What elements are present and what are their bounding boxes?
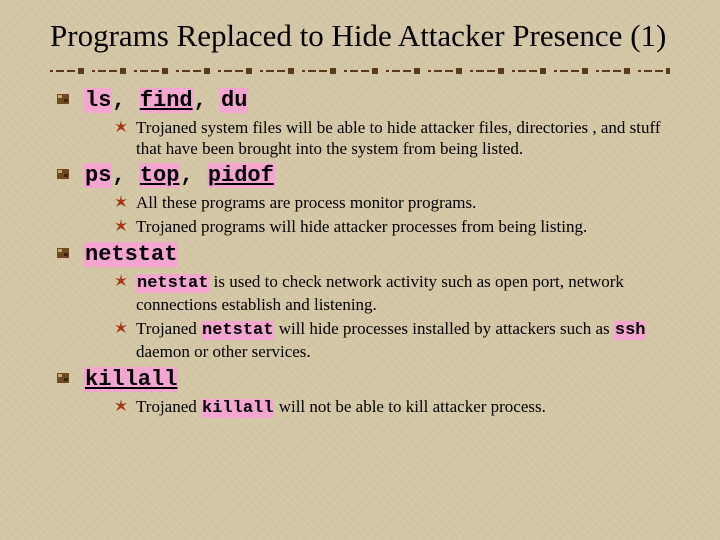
text-run: du: [220, 88, 248, 113]
text-run: top: [139, 163, 181, 188]
list-item: killallTrojaned killall will not be able…: [56, 367, 680, 419]
page-title: Programs Replaced to Hide Attacker Prese…: [50, 18, 680, 54]
text-run: pidof: [207, 163, 275, 188]
sub-item-text: All these programs are process monitor p…: [136, 193, 476, 212]
sub-list-item: Trojaned programs will hide attacker pro…: [114, 216, 680, 237]
sub-item-text: netstat is used to check network activit…: [136, 272, 624, 314]
sub-list-item: Trojaned netstat will hide processes ins…: [114, 318, 680, 363]
content-list: ls, find, du Trojaned system files will b…: [50, 88, 680, 419]
text-run: netstat: [136, 274, 209, 293]
text-run: will not be able to kill attacker proces…: [274, 397, 545, 416]
star-bullet-icon: [114, 120, 128, 134]
star-bullet-icon: [114, 321, 128, 335]
divider-line-icon: [50, 68, 670, 74]
sub-list-item: Trojaned system files will be able to hi…: [114, 117, 680, 160]
text-run: All these programs are process monitor p…: [136, 193, 476, 212]
list-item: ls, find, du Trojaned system files will b…: [56, 88, 680, 160]
text-run: is used to check network activity such a…: [136, 272, 624, 314]
item-header: ps, top, pidof: [84, 163, 680, 188]
sub-list: Trojaned system files will be able to hi…: [84, 117, 680, 160]
list-item: netstatnetstat is used to check network …: [56, 242, 680, 363]
square-bullet-icon: [56, 247, 72, 261]
sub-list-item: netstat is used to check network activit…: [114, 271, 680, 316]
star-bullet-icon: [114, 195, 128, 209]
sub-item-text: Trojaned system files will be able to hi…: [136, 118, 661, 158]
text-run: Trojaned programs will hide attacker pro…: [136, 217, 587, 236]
square-bullet-icon: [56, 168, 72, 182]
text-run: ls: [84, 88, 112, 113]
text-run: ,: [194, 88, 220, 113]
text-run: daemon or other services.: [136, 342, 311, 361]
text-run: Trojaned: [136, 397, 201, 416]
item-header: killall: [84, 367, 680, 392]
text-run: ,: [112, 163, 138, 188]
sub-list: Trojaned killall will not be able to kil…: [84, 396, 680, 419]
square-bullet-icon: [56, 372, 72, 386]
slide: Programs Replaced to Hide Attacker Prese…: [0, 0, 720, 443]
sub-item-text: Trojaned killall will not be able to kil…: [136, 397, 546, 416]
divider: [50, 68, 680, 74]
text-run: killall: [201, 399, 274, 418]
text-run: find: [139, 88, 194, 113]
text-run: Trojaned: [136, 319, 201, 338]
text-run: Trojaned system files will be able to hi…: [136, 118, 661, 158]
sub-item-text: Trojaned programs will hide attacker pro…: [136, 217, 587, 236]
sub-item-text: Trojaned netstat will hide processes ins…: [136, 319, 646, 361]
star-bullet-icon: [114, 399, 128, 413]
star-bullet-icon: [114, 219, 128, 233]
list-item: ps, top, pidof All these programs are pro…: [56, 163, 680, 238]
item-header: ls, find, du: [84, 88, 680, 113]
text-run: ssh: [614, 321, 647, 340]
sub-list-item: All these programs are process monitor p…: [114, 192, 680, 213]
star-bullet-icon: [114, 274, 128, 288]
sub-list-item: Trojaned killall will not be able to kil…: [114, 396, 680, 419]
text-run: killall: [84, 367, 178, 392]
sub-list: All these programs are process monitor p…: [84, 192, 680, 238]
square-bullet-icon: [56, 93, 72, 107]
text-run: will hide processes installed by attacke…: [274, 319, 613, 338]
item-header: netstat: [84, 242, 680, 267]
text-run: netstat: [84, 242, 178, 267]
text-run: ,: [180, 163, 206, 188]
text-run: ,: [112, 88, 138, 113]
text-run: ps: [84, 163, 112, 188]
text-run: netstat: [201, 321, 274, 340]
sub-list: netstat is used to check network activit…: [84, 271, 680, 363]
